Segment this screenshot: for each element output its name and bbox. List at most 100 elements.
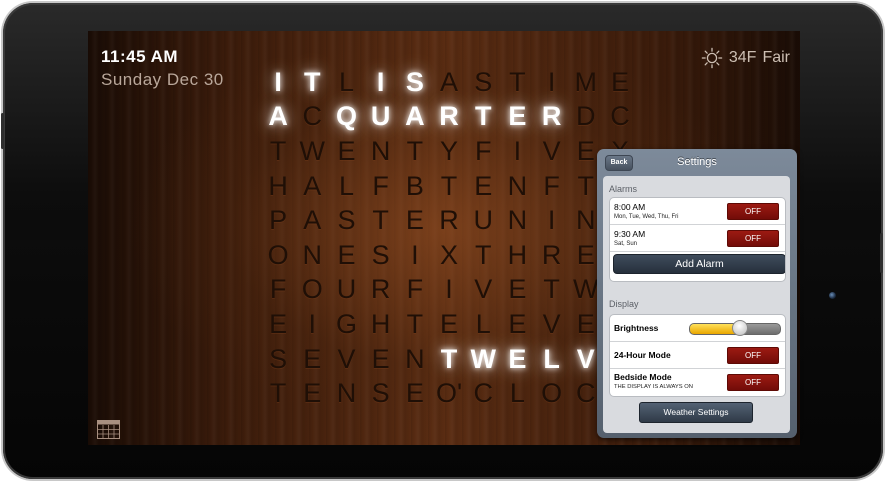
grid-letter: E (610, 66, 629, 97)
grid-letter: T (406, 135, 424, 166)
grid-letter: A (303, 205, 322, 236)
bedside-toggle-button[interactable]: OFF (727, 374, 779, 391)
grid-letter: F (406, 274, 424, 305)
display-group: Brightness 24-Hour Mode OFF Bedside Mode… (609, 314, 786, 397)
grid-letter: E (303, 343, 322, 374)
letter-row: TENSEO'CLOCK (261, 376, 637, 411)
calendar-icon[interactable] (97, 420, 120, 439)
grid-letter: A (405, 101, 425, 132)
grid-letter: L (509, 378, 525, 409)
grid-letter: T (440, 343, 458, 374)
letter-row: SEVENTWELVE (261, 342, 637, 377)
letter-row: ITLISASTIME (261, 65, 637, 100)
grid-letter: E (508, 274, 527, 305)
grid-letter: R (370, 274, 391, 305)
grid-letter: V (542, 308, 561, 339)
grid-letter: E (508, 101, 527, 132)
grid-letter: G (335, 308, 357, 339)
bedside-sublabel: THE DISPLAY IS ALWAYS ON (614, 384, 693, 390)
grid-letter: N (302, 239, 323, 270)
current-date: Sunday Dec 30 (101, 70, 224, 89)
grid-letter: E (474, 170, 493, 201)
grid-letter: T (269, 135, 287, 166)
grid-letter: Y (440, 135, 459, 166)
grid-letter: O (301, 274, 323, 305)
side-button-left (1, 113, 4, 149)
weather-widget[interactable]: 34F Fair (701, 47, 790, 69)
grid-letter: T (269, 378, 287, 409)
letter-row: ONESIXTHREE (261, 238, 637, 273)
grid-letter: R (541, 239, 562, 270)
grid-letter: T (406, 308, 424, 339)
weather-settings-button[interactable]: Weather Settings (639, 402, 753, 423)
grid-letter: E (440, 308, 459, 339)
grid-letter: S (269, 343, 288, 374)
grid-letter: T (474, 239, 492, 270)
grid-letter: N (370, 135, 391, 166)
grid-letter: R (541, 101, 562, 132)
grid-letter: R (439, 101, 459, 132)
grid-letter: A (268, 101, 288, 132)
bedside-row: Bedside Mode THE DISPLAY IS ALWAYS ON OF… (610, 369, 785, 395)
grid-letter: U (473, 205, 493, 236)
letter-row: ACQUARTERDC (261, 100, 637, 135)
grid-letter: A (440, 66, 459, 97)
grid-letter: H (268, 170, 288, 201)
alarm-toggle-button[interactable]: OFF (727, 203, 779, 220)
grid-letter: N (336, 378, 357, 409)
alarms-group: 8:00 AM Mon, Tue, Wed, Thu, Fri OFF 9:30… (609, 197, 786, 282)
hour24-toggle-button[interactable]: OFF (727, 347, 779, 364)
alarm-time: 8:00 AM (614, 202, 646, 212)
grid-letter: L (338, 66, 354, 97)
grid-letter: X (440, 239, 459, 270)
grid-letter: N (507, 170, 528, 201)
sun-icon (701, 47, 723, 69)
grid-letter: W (470, 343, 496, 374)
alarms-section-label: Alarms (609, 184, 638, 194)
grid-letter: T (474, 101, 492, 132)
alarm-row[interactable]: 9:30 AM Sat, Sun OFF (610, 225, 785, 252)
grid-letter: R (439, 205, 459, 236)
settings-title: Settings (677, 156, 717, 168)
grid-letter: T (440, 170, 458, 201)
alarm-days: Sat, Sun (614, 241, 638, 247)
grid-letter: M (574, 66, 598, 97)
letter-row: PASTERUNINE (261, 203, 637, 238)
grid-letter: I (445, 274, 453, 305)
grid-letter: C (610, 101, 630, 132)
add-alarm-button[interactable]: Add Alarm (613, 254, 785, 274)
alarm-days: Mon, Tue, Wed, Thu, Fri (614, 214, 679, 220)
grid-letter: E (405, 378, 424, 409)
grid-letter: E (405, 205, 424, 236)
grid-letter: E (508, 308, 527, 339)
grid-letter: F (269, 274, 287, 305)
grid-letter: N (405, 343, 425, 374)
grid-letter: C (473, 378, 493, 409)
grid-letter: E (269, 308, 288, 339)
grid-letter: I (513, 135, 522, 166)
brightness-slider-knob[interactable] (731, 320, 748, 336)
grid-letter: P (269, 205, 288, 236)
grid-letter: B (405, 170, 424, 201)
grid-letter: A (303, 170, 322, 201)
grid-letter: O (541, 378, 563, 409)
grid-letter: H (370, 308, 391, 339)
grid-letter: F (474, 135, 492, 166)
grid-letter: F (372, 170, 389, 201)
grid-letter: S (405, 66, 424, 97)
grid-letter: O (267, 239, 289, 270)
grid-letter: I (547, 66, 556, 97)
side-button-right (880, 233, 883, 273)
alarm-row[interactable]: 8:00 AM Mon, Tue, Wed, Thu, Fri OFF (610, 198, 785, 225)
brightness-row: Brightness (610, 315, 785, 342)
display-section-label: Display (609, 299, 639, 309)
grid-letter: O' (435, 378, 463, 409)
grid-letter: I (376, 66, 385, 97)
current-time: 11:45 AM (101, 47, 179, 66)
weather-condition: Fair (762, 49, 790, 66)
grid-letter: N (507, 205, 528, 236)
letter-row: EIGHTELEVEN (261, 307, 637, 342)
alarm-toggle-button[interactable]: OFF (727, 230, 779, 247)
camera-lens (829, 292, 836, 299)
grid-letter: E (371, 343, 390, 374)
